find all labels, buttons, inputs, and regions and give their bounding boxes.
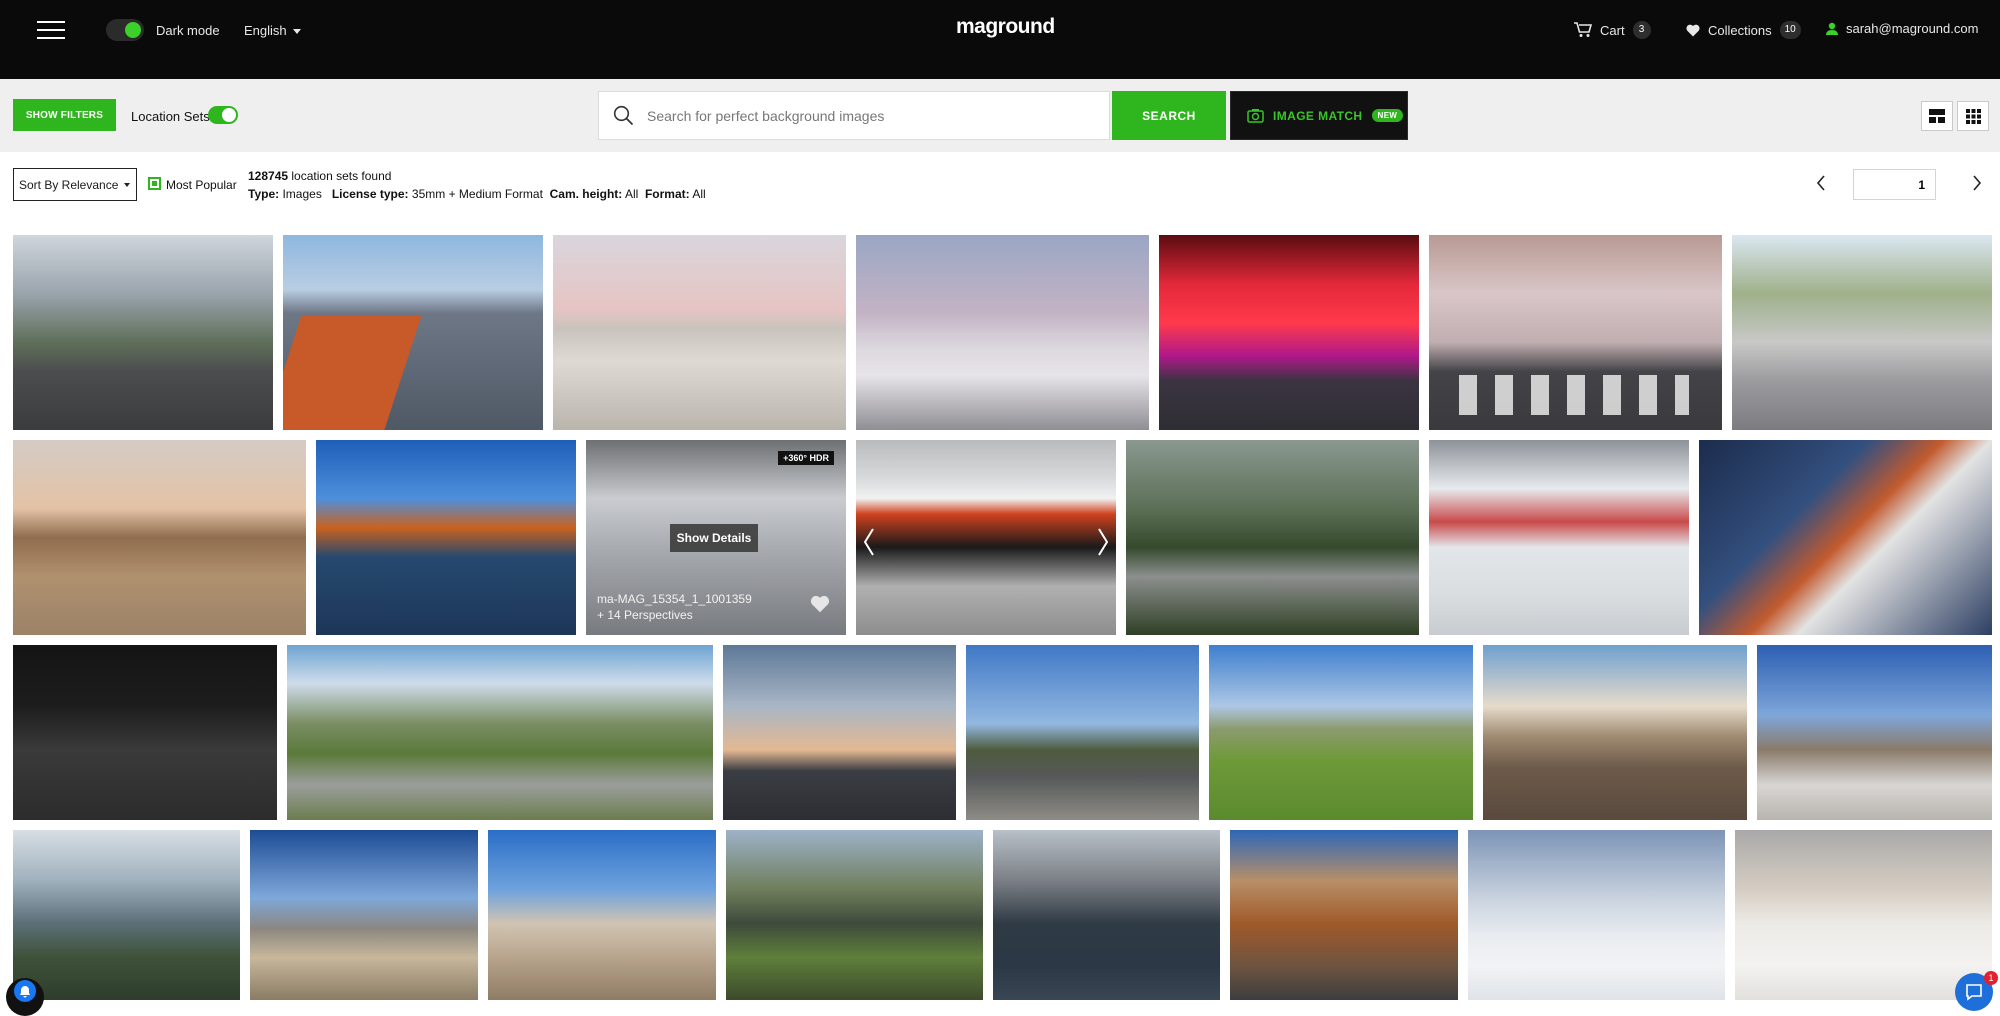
image-card[interactable] <box>13 440 306 635</box>
type-filter-value: Images <box>282 187 322 201</box>
image-card[interactable] <box>488 830 716 1000</box>
search-input[interactable] <box>647 92 1097 139</box>
chat-icon <box>1966 984 1982 1001</box>
show-filters-button[interactable]: SHOW FILTERS <box>13 99 116 131</box>
image-card[interactable] <box>726 830 983 1000</box>
image-name: ma-MAG_15354_1_1001359 <box>597 592 752 606</box>
format-filter-value: All <box>692 187 706 201</box>
heart-icon <box>1686 24 1700 36</box>
image-card[interactable] <box>13 645 277 820</box>
results-count-number: 128745 <box>248 169 289 183</box>
image-card[interactable] <box>1230 830 1458 1000</box>
cam-height-filter-label: Cam. height: <box>549 187 623 201</box>
search-box <box>598 91 1110 140</box>
image-card[interactable] <box>13 830 240 1000</box>
language-selector[interactable]: English <box>244 23 301 38</box>
image-card[interactable] <box>13 235 273 430</box>
image-card[interactable] <box>1735 830 1992 1000</box>
bell-icon <box>14 980 36 1002</box>
collections-label: Collections <box>1708 22 1772 38</box>
format-filter-label: Format: <box>644 187 690 201</box>
image-card[interactable] <box>993 830 1220 1000</box>
collections-link[interactable]: Collections 10 <box>1686 21 1801 39</box>
image-card[interactable] <box>1429 235 1722 430</box>
user-icon <box>1826 22 1838 35</box>
user-account-link[interactable]: sarah@maground.com <box>1826 21 1978 36</box>
sort-select[interactable]: Sort By Relevance <box>13 168 137 201</box>
cam-height-filter-value: All <box>624 187 639 201</box>
image-card[interactable] <box>1429 440 1689 635</box>
perspectives-count: + 14 Perspectives <box>597 608 693 622</box>
license-filter-value: 35mm + Medium Format <box>411 187 543 201</box>
hdr-360-badge: +360° HDR <box>778 451 834 465</box>
image-card[interactable] <box>553 235 846 430</box>
heart-icon[interactable] <box>810 595 830 613</box>
results-count-suffix: location sets found <box>291 169 392 183</box>
chevron-left-icon[interactable] <box>1816 175 1826 191</box>
show-details-button[interactable]: Show Details <box>670 524 758 552</box>
image-card[interactable] <box>723 645 956 820</box>
chevron-left-icon[interactable] <box>864 528 874 556</box>
collections-count-badge: 10 <box>1779 21 1801 39</box>
type-filter-label: Type: <box>248 187 280 201</box>
image-card[interactable] <box>1732 235 1992 430</box>
image-match-button[interactable]: IMAGE MATCH NEW <box>1230 91 1408 140</box>
image-card[interactable] <box>966 645 1199 820</box>
search-icon <box>613 105 634 126</box>
chat-unread-badge: 1 <box>1984 971 1998 985</box>
search-button[interactable]: SEARCH <box>1112 91 1226 140</box>
image-card[interactable] <box>1126 440 1419 635</box>
license-filter-label: License type: <box>331 187 409 201</box>
cart-label: Cart <box>1600 22 1625 38</box>
dark-mode-toggle[interactable] <box>106 19 144 41</box>
cart-count-badge: 3 <box>1632 21 1651 39</box>
logo[interactable]: maground <box>956 15 1055 39</box>
grid-large-view-button[interactable] <box>1921 101 1953 131</box>
sort-value: Sort By Relevance <box>19 177 119 192</box>
chevron-right-icon[interactable] <box>1972 175 1982 191</box>
new-badge: NEW <box>1371 109 1404 122</box>
image-card-hovered[interactable]: +360° HDR Show Details ma-MAG_15354_1_10… <box>586 440 846 635</box>
most-popular-checkbox[interactable] <box>148 177 161 190</box>
image-card[interactable] <box>1209 645 1473 820</box>
active-filters-summary: Type: Images License type: 35mm + Medium… <box>248 187 706 201</box>
location-sets-label: Location Sets <box>131 109 210 124</box>
image-card[interactable] <box>287 645 713 820</box>
menu-icon[interactable] <box>37 21 65 39</box>
image-card[interactable] <box>856 235 1149 430</box>
chat-launcher-button[interactable]: 1 <box>1955 971 1998 1011</box>
search-toolbar: SHOW FILTERS Location Sets SEARCH IMAGE … <box>0 79 2000 152</box>
grid-small-icon <box>1965 108 1981 124</box>
image-card[interactable] <box>1159 235 1419 430</box>
grid-large-icon <box>1929 109 1945 123</box>
most-popular-label: Most Popular <box>166 178 237 192</box>
location-sets-toggle[interactable] <box>208 106 238 124</box>
cart-link[interactable]: Cart 3 <box>1574 21 1651 39</box>
user-email: sarah@maground.com <box>1846 21 1979 36</box>
results-count: 128745 location sets found <box>248 169 391 183</box>
image-card[interactable] <box>283 235 543 430</box>
image-card[interactable] <box>856 440 1116 635</box>
dark-mode-label: Dark mode <box>156 23 220 38</box>
page-number-input[interactable] <box>1853 169 1936 200</box>
chevron-right-icon[interactable] <box>1098 528 1108 556</box>
cart-icon <box>1574 22 1592 37</box>
camera-icon <box>1247 109 1264 123</box>
image-card[interactable] <box>1699 440 1992 635</box>
image-card[interactable] <box>1757 645 1992 820</box>
image-card[interactable] <box>250 830 478 1000</box>
image-card[interactable] <box>1483 645 1747 820</box>
image-card[interactable] <box>1468 830 1725 1000</box>
image-card[interactable] <box>316 440 576 635</box>
notifications-widget[interactable] <box>6 978 44 1016</box>
grid-small-view-button[interactable] <box>1957 101 1989 131</box>
chevron-down-icon <box>292 29 301 35</box>
chevron-down-icon <box>124 183 130 187</box>
top-navigation: Dark mode English maground Cart 3 Collec… <box>0 0 2000 79</box>
image-match-label: IMAGE MATCH <box>1273 108 1363 123</box>
language-label: English <box>244 23 287 38</box>
